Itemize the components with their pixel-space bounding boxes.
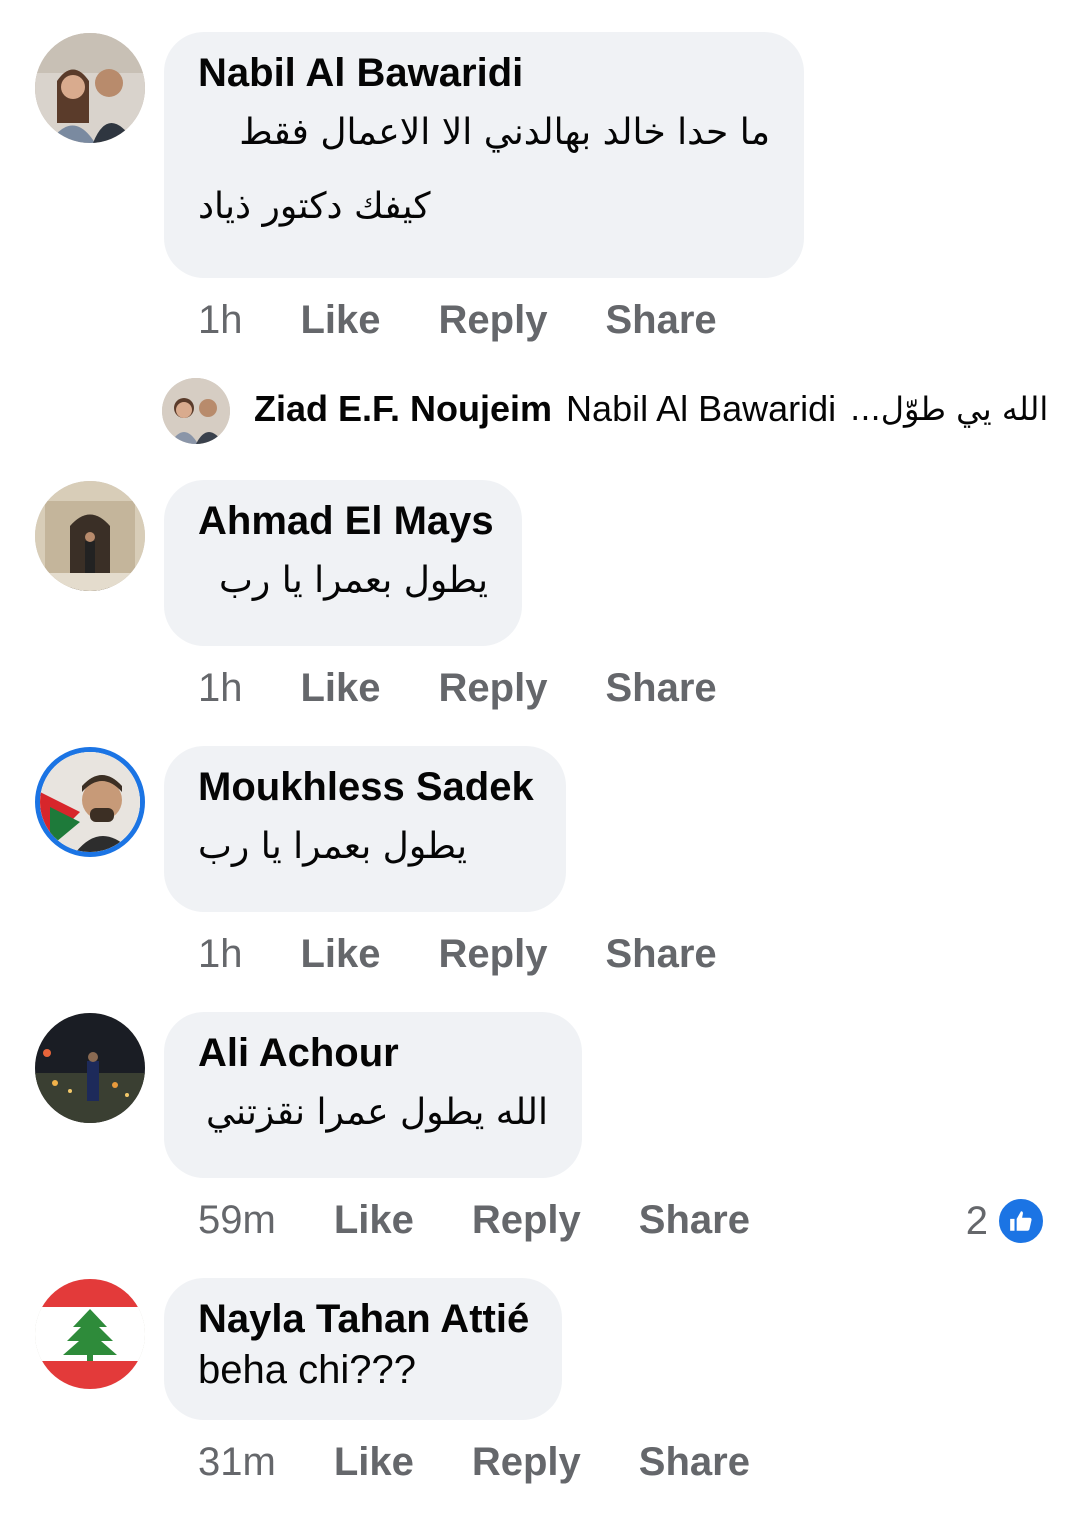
comment-author[interactable]: Nabil Al Bawaridi bbox=[198, 50, 770, 96]
reply-mention[interactable]: Nabil Al Bawaridi bbox=[566, 388, 836, 430]
comment-text: كيفك دكتور ذياد bbox=[198, 186, 431, 227]
comment-time[interactable]: 1h bbox=[198, 298, 243, 343]
comment-bubble: Ali Achour الله يطول عمرا نقزتني bbox=[164, 1012, 582, 1178]
comment-author[interactable]: Nayla Tahan Attié bbox=[198, 1296, 529, 1342]
comment-text: beha chi??? bbox=[198, 1348, 416, 1392]
comment-author[interactable]: Ali Achour bbox=[198, 1030, 548, 1076]
comment-actions: 1h Like Reply Share bbox=[198, 298, 775, 343]
reply-button[interactable]: Reply bbox=[439, 298, 548, 343]
archway-photo-icon bbox=[35, 481, 145, 591]
comment-time[interactable]: 31m bbox=[198, 1440, 276, 1485]
city-night-photo-icon bbox=[35, 1013, 145, 1123]
comment-bubble: Nayla Tahan Attié beha chi??? bbox=[164, 1278, 562, 1420]
reply-button[interactable]: Reply bbox=[472, 1198, 581, 1243]
reply-line: Ziad E.F. Noujeim Nabil Al Bawaridi الله… bbox=[254, 388, 1048, 430]
like-button[interactable]: Like bbox=[334, 1198, 414, 1243]
like-button[interactable]: Like bbox=[301, 932, 381, 977]
share-button[interactable]: Share bbox=[605, 932, 716, 977]
comment-time[interactable]: 1h bbox=[198, 932, 243, 977]
comment-bubble: Nabil Al Bawaridi ما حدا خالد بهالدني ال… bbox=[164, 32, 804, 278]
comment-bubble: Ahmad El Mays يطول بعمرا يا رب bbox=[164, 480, 522, 646]
comment-actions: 1h Like Reply Share bbox=[198, 932, 775, 977]
reply-author[interactable]: Ziad E.F. Noujeim bbox=[254, 388, 552, 430]
avatar[interactable] bbox=[35, 481, 145, 591]
comment-text: يطول بعمرا يا رب bbox=[198, 826, 467, 867]
avatar[interactable] bbox=[35, 1013, 145, 1123]
comment-bubble: Moukhless Sadek يطول بعمرا يا رب bbox=[164, 746, 566, 912]
avatar[interactable] bbox=[35, 33, 145, 143]
avatar[interactable] bbox=[35, 747, 145, 857]
comment-actions: 31m Like Reply Share bbox=[198, 1440, 808, 1485]
comment-time[interactable]: 59m bbox=[198, 1198, 276, 1243]
reply-text: الله يي طوّل... bbox=[850, 390, 1049, 428]
comment-text: الله يطول عمرا نقزتني bbox=[206, 1092, 548, 1133]
couple-photo-icon bbox=[35, 33, 145, 143]
reply-button[interactable]: Reply bbox=[472, 1440, 581, 1485]
avatar[interactable] bbox=[162, 378, 230, 444]
share-button[interactable]: Share bbox=[605, 666, 716, 711]
lebanon-flag-icon bbox=[35, 1279, 145, 1389]
avatar[interactable] bbox=[35, 1279, 145, 1389]
reaction-count: 2 bbox=[965, 1198, 988, 1243]
like-button[interactable]: Like bbox=[334, 1440, 414, 1485]
comment-text: يطول بعمرا يا رب bbox=[219, 560, 488, 601]
reply-button[interactable]: Reply bbox=[439, 932, 548, 977]
man-flag-photo-icon bbox=[40, 752, 140, 852]
like-button[interactable]: Like bbox=[301, 666, 381, 711]
comment-author[interactable]: Moukhless Sadek bbox=[198, 764, 534, 810]
share-button[interactable]: Share bbox=[639, 1198, 750, 1243]
reaction-summary[interactable]: 2 bbox=[966, 1196, 1046, 1246]
comment-text: ما حدا خالد بهالدني الا الاعمال فقط bbox=[239, 112, 770, 153]
couple-photo-icon bbox=[162, 378, 230, 444]
share-button[interactable]: Share bbox=[639, 1440, 750, 1485]
comment-actions: 1h Like Reply Share bbox=[198, 666, 775, 711]
comment-actions: 59m Like Reply Share bbox=[198, 1198, 808, 1243]
like-button[interactable]: Like bbox=[301, 298, 381, 343]
comment-author[interactable]: Ahmad El Mays bbox=[198, 498, 494, 544]
reply-preview[interactable]: Ziad E.F. Noujeim Nabil Al Bawaridi الله… bbox=[162, 378, 1062, 444]
reply-button[interactable]: Reply bbox=[439, 666, 548, 711]
share-button[interactable]: Share bbox=[605, 298, 716, 343]
thumbs-up-icon bbox=[996, 1196, 1046, 1246]
comment-time[interactable]: 1h bbox=[198, 666, 243, 711]
